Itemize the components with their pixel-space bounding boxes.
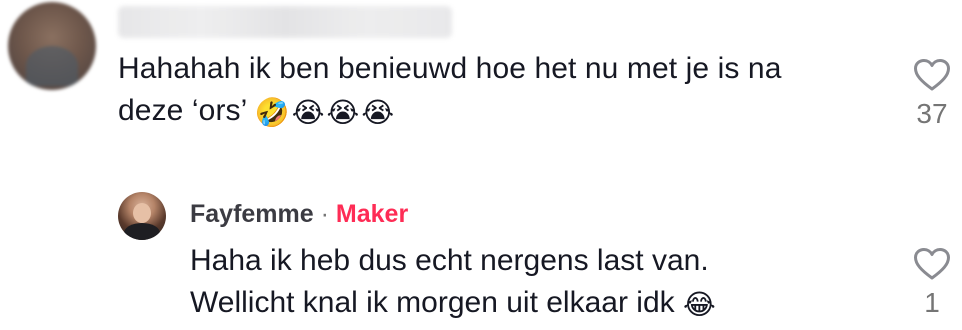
reply-like-button[interactable]: 1 [908, 247, 956, 319]
reply-author-avatar[interactable] [118, 192, 166, 240]
comment-like-count: 37 [916, 98, 948, 129]
crying-emoji: 😭 [326, 96, 360, 129]
reply-separator: · [320, 200, 329, 228]
tears-of-joy-emoji: 😂 [683, 288, 716, 321]
comment-text: Hahahah ik ben benieuwd hoe het nu met j… [118, 48, 878, 132]
creator-badge: Maker [335, 200, 409, 228]
reply-like-count: 1 [924, 287, 940, 318]
comment-text-line-2: deze ‘ors’ 🤣😭😭😭 [118, 90, 878, 132]
reply-text-line-2-text: Wellicht knal ik morgen uit elkaar idk [190, 286, 675, 319]
comment-text-line-2-text: deze ‘ors’ [118, 94, 247, 127]
crying-emoji: 😭 [361, 96, 395, 129]
reply-text-line-1: Haha ik heb dus echt nergens last van. [190, 244, 709, 277]
commenter-name-blurred[interactable] [118, 6, 452, 38]
reply-text: Haha ik heb dus echt nergens last van. W… [190, 240, 890, 324]
reply-header: Fayfemme · Maker [190, 198, 408, 230]
heart-outline-icon [914, 59, 950, 91]
comment-like-button[interactable]: 37 [908, 58, 956, 130]
reply-author-name[interactable]: Fayfemme [190, 200, 314, 228]
rolling-laughing-emoji: 🤣 [254, 96, 290, 129]
commenter-avatar[interactable] [8, 2, 96, 90]
crying-emoji: 😭 [291, 96, 325, 129]
reply-text-line-2: Wellicht knal ik morgen uit elkaar idk 😂 [190, 282, 890, 324]
heart-outline-icon [914, 248, 950, 280]
comment-text-line-1: Hahahah ik ben benieuwd hoe het nu met j… [118, 52, 782, 85]
